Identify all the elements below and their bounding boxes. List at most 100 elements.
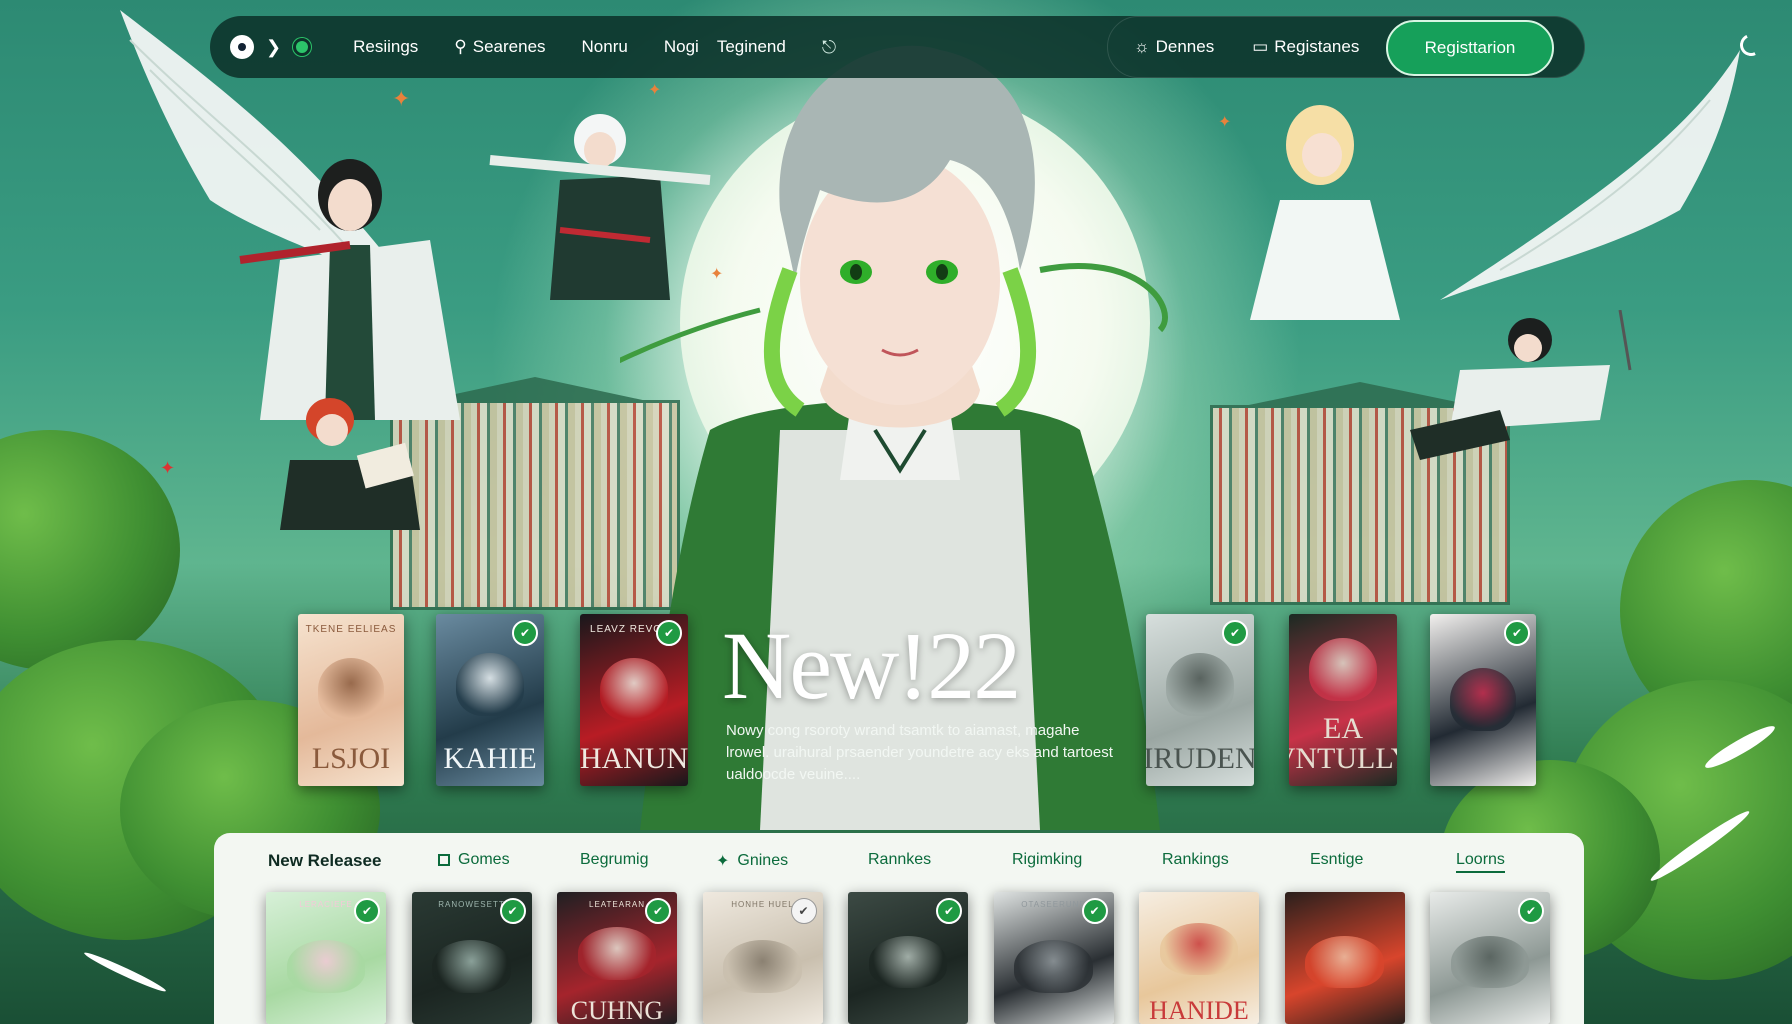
- star-icon: ✦: [716, 853, 730, 870]
- tab-esntige[interactable]: Esntige: [1310, 851, 1363, 869]
- check-badge-icon: ✔: [790, 898, 817, 924]
- top-navigation-bar: ❯ Resiings ⚲ Searenes Nonru Nogi Teginend…: [210, 16, 1585, 78]
- tab-label: Rigimking: [1012, 851, 1083, 868]
- cover-title: HIRUDENN: [1146, 742, 1254, 775]
- character-swordsman: [1410, 310, 1632, 460]
- check-badge-icon: ✔: [1222, 620, 1248, 646]
- release-cover-6[interactable]: OTASEERUNE ✔: [993, 892, 1114, 1024]
- release-cover-4[interactable]: HONHE HUEL ✔: [702, 892, 823, 1024]
- cover-title: HANIDE: [1149, 995, 1249, 1024]
- hero-cover-6[interactable]: ✔: [1430, 614, 1536, 786]
- tab-gnines[interactable]: ✦ Gnines: [716, 851, 788, 871]
- tab-gomes[interactable]: Gomes: [438, 851, 510, 869]
- check-badge-icon: ✔: [936, 898, 962, 924]
- release-cover-8[interactable]: [1284, 892, 1405, 1024]
- tab-new-releases[interactable]: New Releasee: [268, 851, 381, 871]
- cover-top-text: OTASEERUNE: [1021, 900, 1086, 909]
- hero-description: Nowy cong rsoroty wrand tsamtk to aiamas…: [726, 722, 1113, 783]
- search-icon: ⚲: [454, 37, 467, 56]
- tab-label: New Releasee: [268, 851, 382, 870]
- hero-cover-4[interactable]: HIRUDENN ✔: [1146, 614, 1254, 786]
- cover-title: LSJOI: [311, 742, 391, 775]
- nav-link-search[interactable]: ⚲ Searenes: [454, 37, 545, 57]
- release-cover-9[interactable]: ✔: [1430, 892, 1550, 1024]
- nav-link-teginend[interactable]: Teginend: [717, 37, 786, 57]
- bush-left-1: [0, 430, 180, 670]
- cover-character-art: [456, 652, 524, 716]
- nav-link-label: Registanes: [1274, 37, 1360, 56]
- tab-label: Begrumig: [580, 851, 649, 868]
- registration-button[interactable]: Registtarion: [1386, 20, 1554, 76]
- microphone-icon[interactable]: ⎋: [822, 37, 836, 58]
- cover-top-text: TKENE EELIEAS: [305, 624, 397, 635]
- tab-label: Rankings: [1162, 851, 1229, 868]
- hero-cover-2[interactable]: KAHIE ✔: [436, 614, 544, 786]
- release-cover-2[interactable]: RANOWESETT ✔: [411, 892, 532, 1024]
- bird-5-icon: ✦: [160, 458, 176, 478]
- tab-label: Gnines: [737, 852, 789, 869]
- tab-begrumig[interactable]: Begrumig: [580, 851, 648, 869]
- nav-link-resiings[interactable]: Resiings: [353, 37, 418, 57]
- check-badge-icon: ✔: [354, 898, 380, 924]
- nav-link-label: Nonru: [581, 37, 628, 56]
- check-badge-icon: ✔: [656, 620, 682, 646]
- nav-link-label: Searenes: [472, 37, 546, 56]
- tab-label: Loorns: [1456, 851, 1505, 868]
- hero-cover-1[interactable]: TKENE EELIEAS LSJOI: [298, 614, 404, 786]
- nav-link-label: Teginend: [716, 37, 786, 56]
- nav-link-label: Nogi: [663, 37, 699, 56]
- monitor-icon: ▭: [1252, 37, 1269, 56]
- hero-cover-3[interactable]: LEAVZ REVOSNLHANUNZ✔: [580, 614, 688, 786]
- cover-character-art: [1305, 935, 1384, 989]
- cover-character-art: [1309, 637, 1377, 701]
- cover-title: EA VNTULLY: [1289, 712, 1397, 775]
- bird-4-icon: ✦: [1218, 114, 1232, 131]
- cover-top-text: LERACIEFE: [299, 900, 353, 909]
- cover-character-art: [286, 940, 366, 993]
- character-reading: [280, 398, 420, 530]
- cover-character-art: [577, 927, 657, 980]
- check-badge-icon: ✔: [1504, 620, 1530, 646]
- tab-rannkes[interactable]: Rannkes: [868, 851, 931, 869]
- release-cover-7[interactable]: HANIDE: [1139, 892, 1259, 1024]
- category-tabs: New Releasee Gomes Begrumig ✦ Gnines Rann…: [214, 851, 1584, 881]
- site-logo[interactable]: ❯: [230, 35, 312, 59]
- nav-link-label: Dennes: [1155, 37, 1215, 56]
- nav-link-dennes[interactable]: ☼ Dennes: [1134, 37, 1214, 57]
- nav-link-registanes[interactable]: ▭ Registanes: [1252, 37, 1359, 57]
- cover-character-art: [868, 935, 948, 989]
- check-badge-icon: ✔: [645, 898, 671, 924]
- cover-character-art: [600, 658, 668, 721]
- check-badge-icon: ✔: [512, 620, 538, 646]
- cover-character-art: [1159, 922, 1239, 976]
- tab-label: Rannkes: [868, 851, 932, 868]
- cover-title: CUHNG: [570, 995, 664, 1024]
- cover-top-text: HONHE HUEL: [731, 900, 794, 909]
- release-cover-3[interactable]: LEATEARAN CUHNG ✔: [557, 892, 677, 1024]
- nav-links: Resiings ⚲ Searenes Nonru Nogi Teginend ⎋: [353, 37, 836, 58]
- logo-circle-icon: [230, 35, 254, 59]
- cover-top-text: RANOWESETT: [438, 900, 505, 909]
- cover-character-art: [723, 940, 802, 993]
- cover-character-art: [1450, 667, 1516, 731]
- tab-label: Esntige: [1310, 851, 1364, 868]
- cover-title: KAHIE: [443, 742, 537, 775]
- nav-link-nogi[interactable]: Nogi: [664, 37, 699, 57]
- release-cover-5[interactable]: ✔: [848, 892, 968, 1024]
- tab-rankings[interactable]: Rankings: [1162, 851, 1229, 869]
- hero-title: New!22: [722, 612, 1021, 719]
- hero-cover-5[interactable]: EA VNTULLY: [1289, 614, 1397, 786]
- check-badge-icon: ✔: [499, 898, 526, 924]
- release-cover-1[interactable]: LERACIEFE ✔: [266, 892, 386, 1024]
- character-blonde: [1250, 105, 1400, 320]
- tab-rigimking[interactable]: Rigimking: [1012, 851, 1082, 869]
- user-icon: ☼: [1134, 37, 1150, 56]
- chevron-right-icon: ❯: [266, 36, 282, 57]
- square-icon: [438, 854, 450, 866]
- cover-top-text: LEATEARAN: [589, 900, 645, 909]
- tab-label: Gomes: [458, 851, 510, 868]
- tab-loorns[interactable]: Loorns: [1456, 851, 1505, 873]
- check-badge-icon: ✔: [1518, 898, 1544, 924]
- check-badge-icon: ✔: [1081, 898, 1108, 924]
- nav-link-nonru[interactable]: Nonru: [582, 37, 628, 57]
